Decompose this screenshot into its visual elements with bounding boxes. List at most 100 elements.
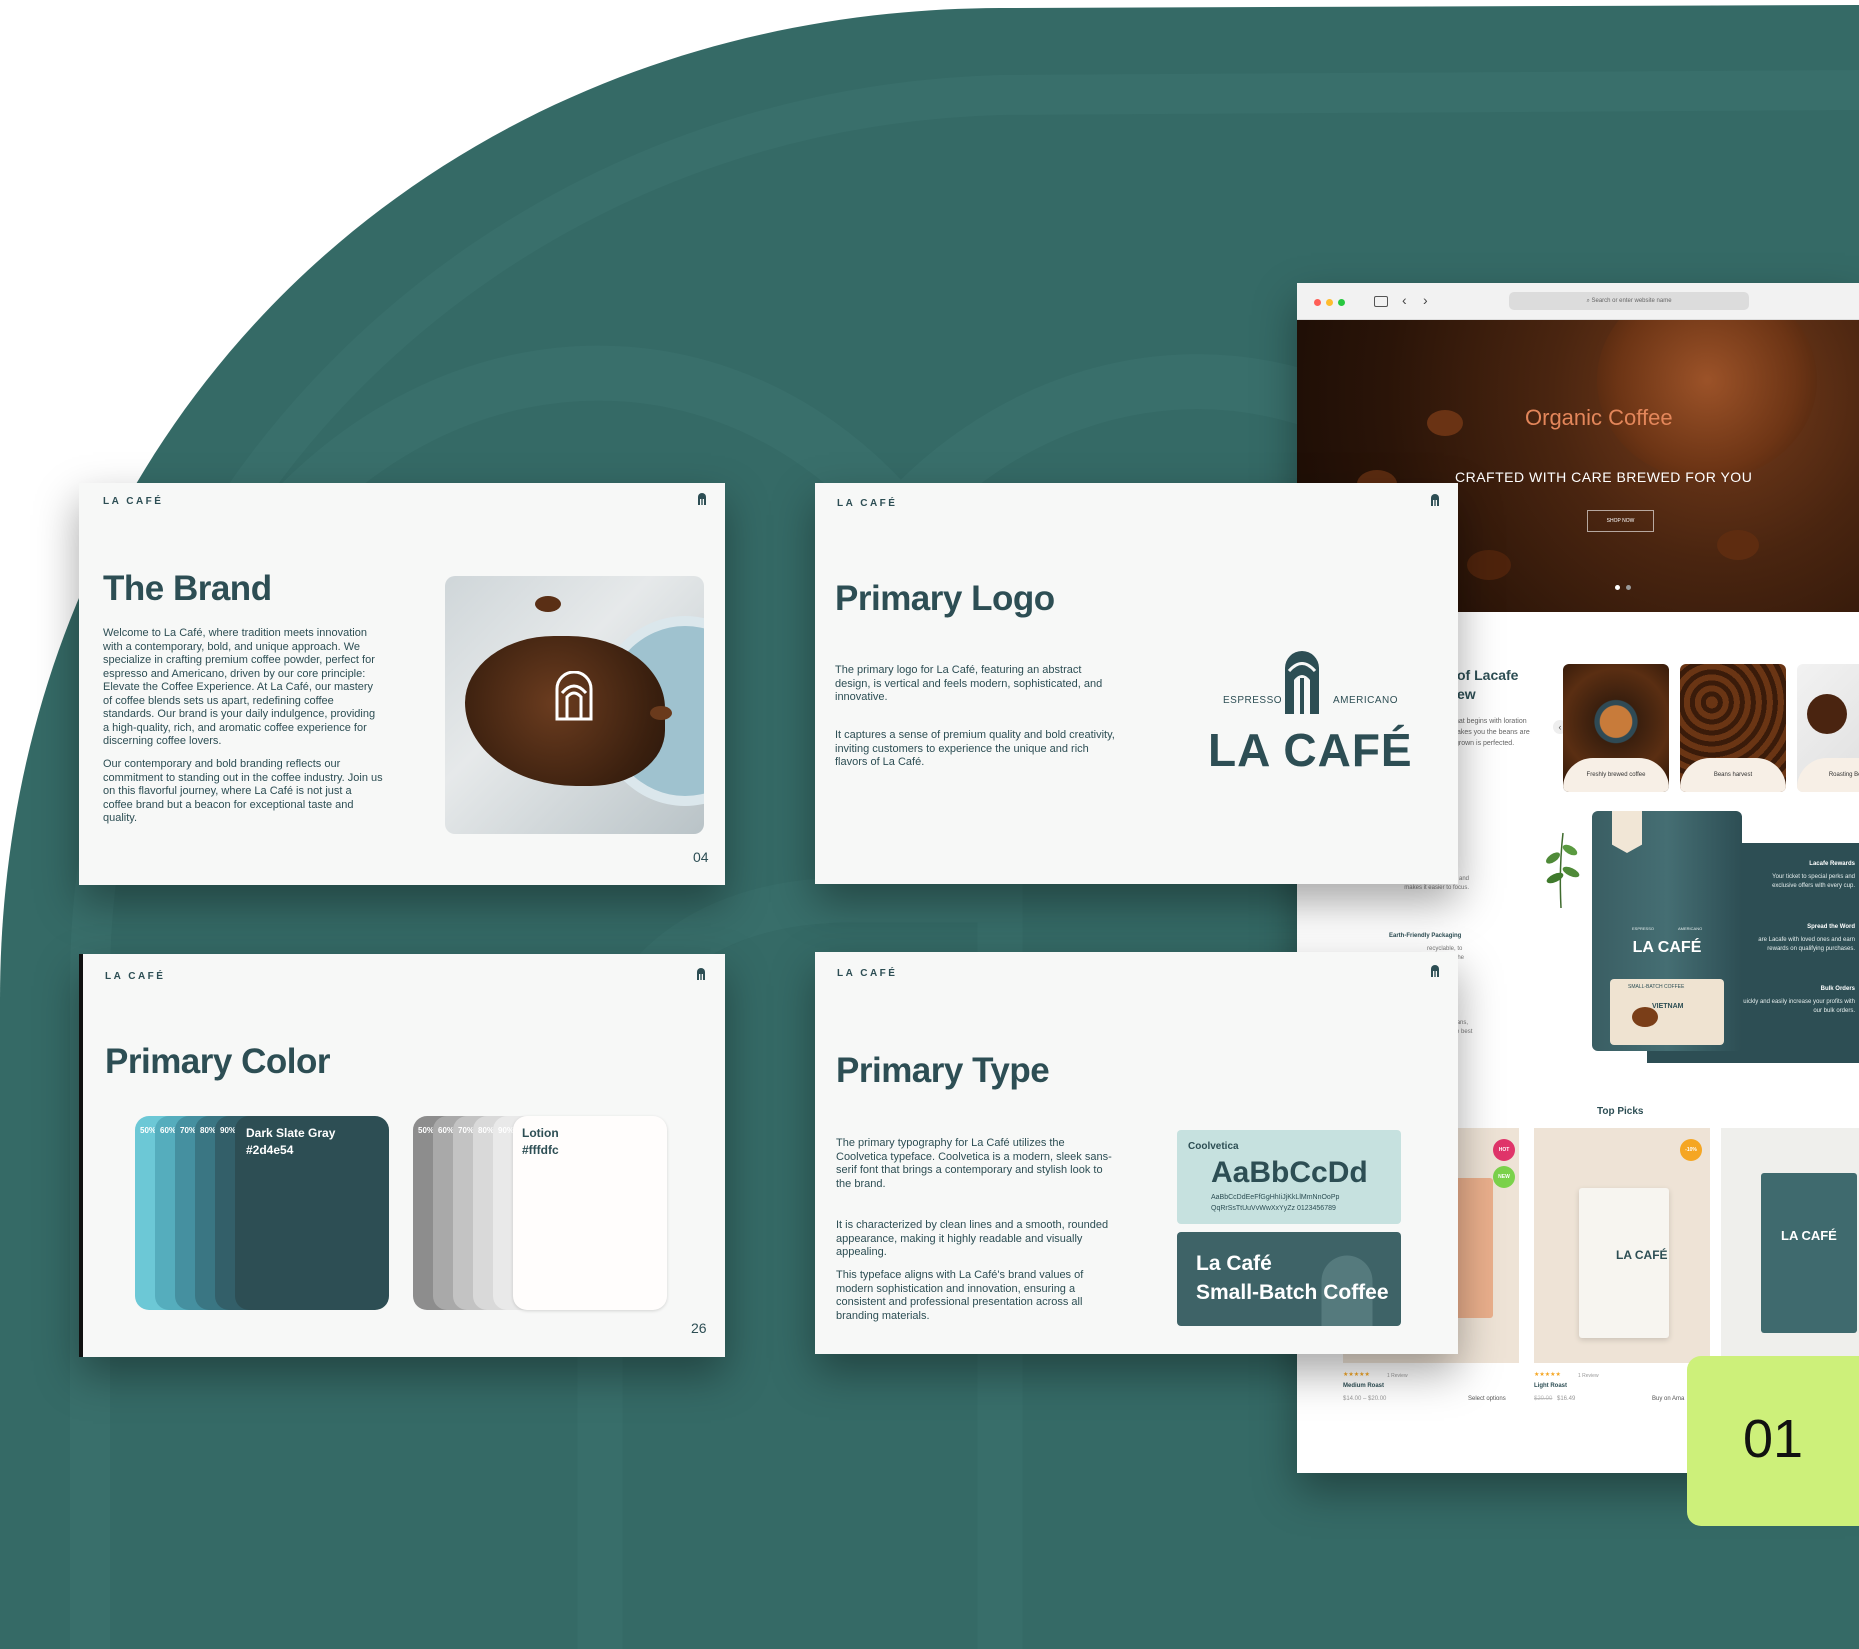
brandmark: LA CAFÉ bbox=[103, 496, 164, 507]
dark-color-hex: #2d4e54 bbox=[246, 1143, 294, 1157]
color-slide: LA CAFÉ Primary Color 50% 60% 70% 80% 90… bbox=[79, 954, 725, 1357]
brand-paragraph-2: Our contemporary and bold branding refle… bbox=[103, 758, 383, 824]
rating-stars: ★★★★★ bbox=[1343, 1372, 1370, 1378]
font-sample-dark-2: Small-Batch Coffee bbox=[1196, 1281, 1389, 1304]
reward-title: Lacafe Rewards bbox=[1809, 861, 1855, 867]
logo-paragraph-1: The primary logo for La Café, featuring … bbox=[835, 664, 1103, 703]
type-slide: LA CAFÉ Primary Type The primary typogra… bbox=[815, 952, 1458, 1354]
rating-stars: ★★★★★ bbox=[1534, 1372, 1561, 1378]
product-name: Light Roast bbox=[1534, 1383, 1567, 1389]
page-number: 04 bbox=[693, 849, 709, 865]
type-paragraph-2: It is characterized by clean lines and a… bbox=[836, 1219, 1109, 1258]
page-number: 26 bbox=[691, 1320, 707, 1336]
brandmark: LA CAFÉ bbox=[105, 971, 166, 982]
type-specimen-dark: La Café Small-Batch Coffee bbox=[1177, 1232, 1401, 1326]
thumb-card[interactable]: Freshly brewed coffee bbox=[1563, 664, 1669, 792]
new-badge: NEW bbox=[1493, 1166, 1515, 1188]
address-placeholder: Search or enter website name bbox=[1591, 298, 1672, 304]
old-price: $20.00 bbox=[1534, 1396, 1553, 1402]
carousel-dot[interactable] bbox=[1626, 585, 1631, 590]
top-picks-heading: Top Picks bbox=[1597, 1106, 1644, 1117]
pack-tag-left: ESPRESSO bbox=[1632, 926, 1655, 931]
slide-title: Primary Color bbox=[105, 1042, 330, 1081]
brandmark: LA CAFÉ bbox=[837, 498, 898, 509]
select-options-link[interactable]: Select options bbox=[1468, 1396, 1506, 1402]
minimize-window-button[interactable] bbox=[1326, 299, 1333, 306]
buy-on-amazon-link[interactable]: Buy on Ama bbox=[1652, 1396, 1684, 1402]
slide-number-badge: 01 bbox=[1687, 1356, 1859, 1526]
type-paragraph-1: The primary typography for La Café utili… bbox=[836, 1137, 1112, 1190]
reward-title: Bulk Orders bbox=[1820, 986, 1855, 992]
hero-subtitle: CRAFTED WITH CARE BREWED FOR YOU bbox=[1455, 469, 1753, 485]
pack-origin: VIETNAM bbox=[1652, 1003, 1684, 1010]
discount-badge: -10% bbox=[1680, 1139, 1702, 1161]
brand-paragraph-1: Welcome to La Café, where tradition meet… bbox=[103, 627, 376, 747]
sidebar-toggle-icon[interactable] bbox=[1374, 296, 1388, 307]
light-color-hex: #fffdfc bbox=[522, 1143, 559, 1157]
logo-icon bbox=[698, 493, 706, 505]
reward-title: Spread the Word bbox=[1807, 924, 1855, 930]
product-price: $16.49 bbox=[1557, 1396, 1576, 1402]
dark-color-name: Dark Slate Gray bbox=[246, 1126, 336, 1140]
close-window-button[interactable] bbox=[1314, 299, 1321, 306]
coffee-pack: ESPRESSO AMERICANO LA CAFÉ SMALL-BATCH C… bbox=[1592, 811, 1742, 1051]
logo-right-word: AMERICANO bbox=[1333, 695, 1399, 706]
review-count: 1 Review bbox=[1387, 1373, 1408, 1379]
pack-tag-right: AMERICANO bbox=[1678, 926, 1703, 931]
product-card[interactable]: LA CAFÉ bbox=[1721, 1128, 1859, 1363]
carousel-dot[interactable] bbox=[1615, 585, 1620, 590]
logo-paragraph-2: It captures a sense of premium quality a… bbox=[835, 729, 1115, 768]
logo-left-word: ESPRESSO bbox=[1223, 695, 1283, 706]
pack-label: SMALL-BATCH COFFEE bbox=[1628, 984, 1685, 990]
tea-leaf-icon bbox=[1546, 832, 1580, 908]
font-sample-line-2: QqRrSsTtUuVvWwXxYyZz 0123456789 bbox=[1211, 1205, 1336, 1212]
browser-toolbar: ‹ › ⌕ Search or enter website name bbox=[1297, 283, 1859, 320]
logo-icon bbox=[555, 671, 593, 721]
logo-slide: LA CAFÉ Primary Logo The primary logo fo… bbox=[815, 483, 1458, 884]
slide-title: The Brand bbox=[103, 569, 272, 608]
thumb-card[interactable]: Beans harvest bbox=[1680, 664, 1786, 792]
type-paragraph-3: This typeface aligns with La Café's bran… bbox=[836, 1269, 1084, 1322]
story-heading-1: of Lacafe bbox=[1457, 667, 1519, 683]
product-name: Medium Roast bbox=[1343, 1383, 1385, 1389]
logo-icon bbox=[1431, 965, 1439, 977]
brand-slide: LA CAFÉ The Brand Welcome to La Café, wh… bbox=[79, 483, 725, 885]
review-count: 1 Review bbox=[1578, 1373, 1599, 1379]
brandmark: LA CAFÉ bbox=[837, 968, 898, 979]
font-name: Coolvetica bbox=[1188, 1141, 1239, 1152]
light-color-name: Lotion bbox=[522, 1126, 559, 1140]
thumb-label: Beans harvest bbox=[1680, 758, 1786, 792]
slide-title: Primary Logo bbox=[835, 579, 1055, 618]
reward-text: uickly and easily increase your profits … bbox=[1743, 999, 1855, 1014]
shop-now-button[interactable]: SHOP NOW bbox=[1587, 510, 1654, 532]
reward-text: are Lacafe with loved ones and earn rewa… bbox=[1758, 937, 1855, 952]
coffee-grounds-photo bbox=[445, 576, 704, 834]
product-price: $14.00 – $20.00 bbox=[1343, 1396, 1387, 1402]
maximize-window-button[interactable] bbox=[1338, 299, 1345, 306]
story-heading-2: ew bbox=[1457, 686, 1476, 702]
hero-title: Organic Coffee bbox=[1525, 405, 1673, 430]
forward-arrow-icon[interactable]: › bbox=[1423, 292, 1428, 308]
thumb-label: Roasting Beans bbox=[1797, 758, 1859, 792]
font-sample-dark-1: La Café bbox=[1196, 1252, 1272, 1275]
lotion-swatch: Lotion #fffdfc bbox=[513, 1116, 667, 1310]
thumb-card[interactable]: Roasting Beans bbox=[1797, 664, 1859, 792]
logo-icon bbox=[1431, 494, 1439, 506]
pack-brand: LA CAFÉ bbox=[1781, 1228, 1837, 1243]
pack-brand: LA CAFÉ bbox=[1616, 1248, 1668, 1262]
address-bar[interactable]: ⌕ Search or enter website name bbox=[1509, 292, 1749, 310]
pack-brand: LA CAFÉ bbox=[1632, 939, 1702, 956]
dark-slate-swatch: Dark Slate Gray #2d4e54 bbox=[235, 1116, 389, 1310]
story-text: hat begins with loration takes you the b… bbox=[1455, 718, 1530, 747]
font-sample-large: AaBbCcDd bbox=[1211, 1156, 1368, 1189]
pack-label-panel: SMALL-BATCH COFFEE VIETNAM bbox=[1610, 979, 1724, 1045]
thumb-label: Freshly brewed coffee bbox=[1563, 758, 1669, 792]
la-cafe-logo-icon bbox=[1285, 651, 1319, 714]
slide-title: Primary Type bbox=[836, 1051, 1050, 1090]
product-card[interactable]: LA CAFÉ bbox=[1534, 1128, 1710, 1363]
hot-badge: HOT bbox=[1493, 1139, 1515, 1161]
back-arrow-icon[interactable]: ‹ bbox=[1402, 292, 1407, 308]
reward-text: Your ticket to special perks and exclusi… bbox=[1772, 874, 1855, 889]
type-specimen-light: Coolvetica AaBbCcDd AaBbCcDdEeFfGgHhIiJj… bbox=[1177, 1130, 1401, 1224]
logo-icon bbox=[697, 968, 705, 980]
